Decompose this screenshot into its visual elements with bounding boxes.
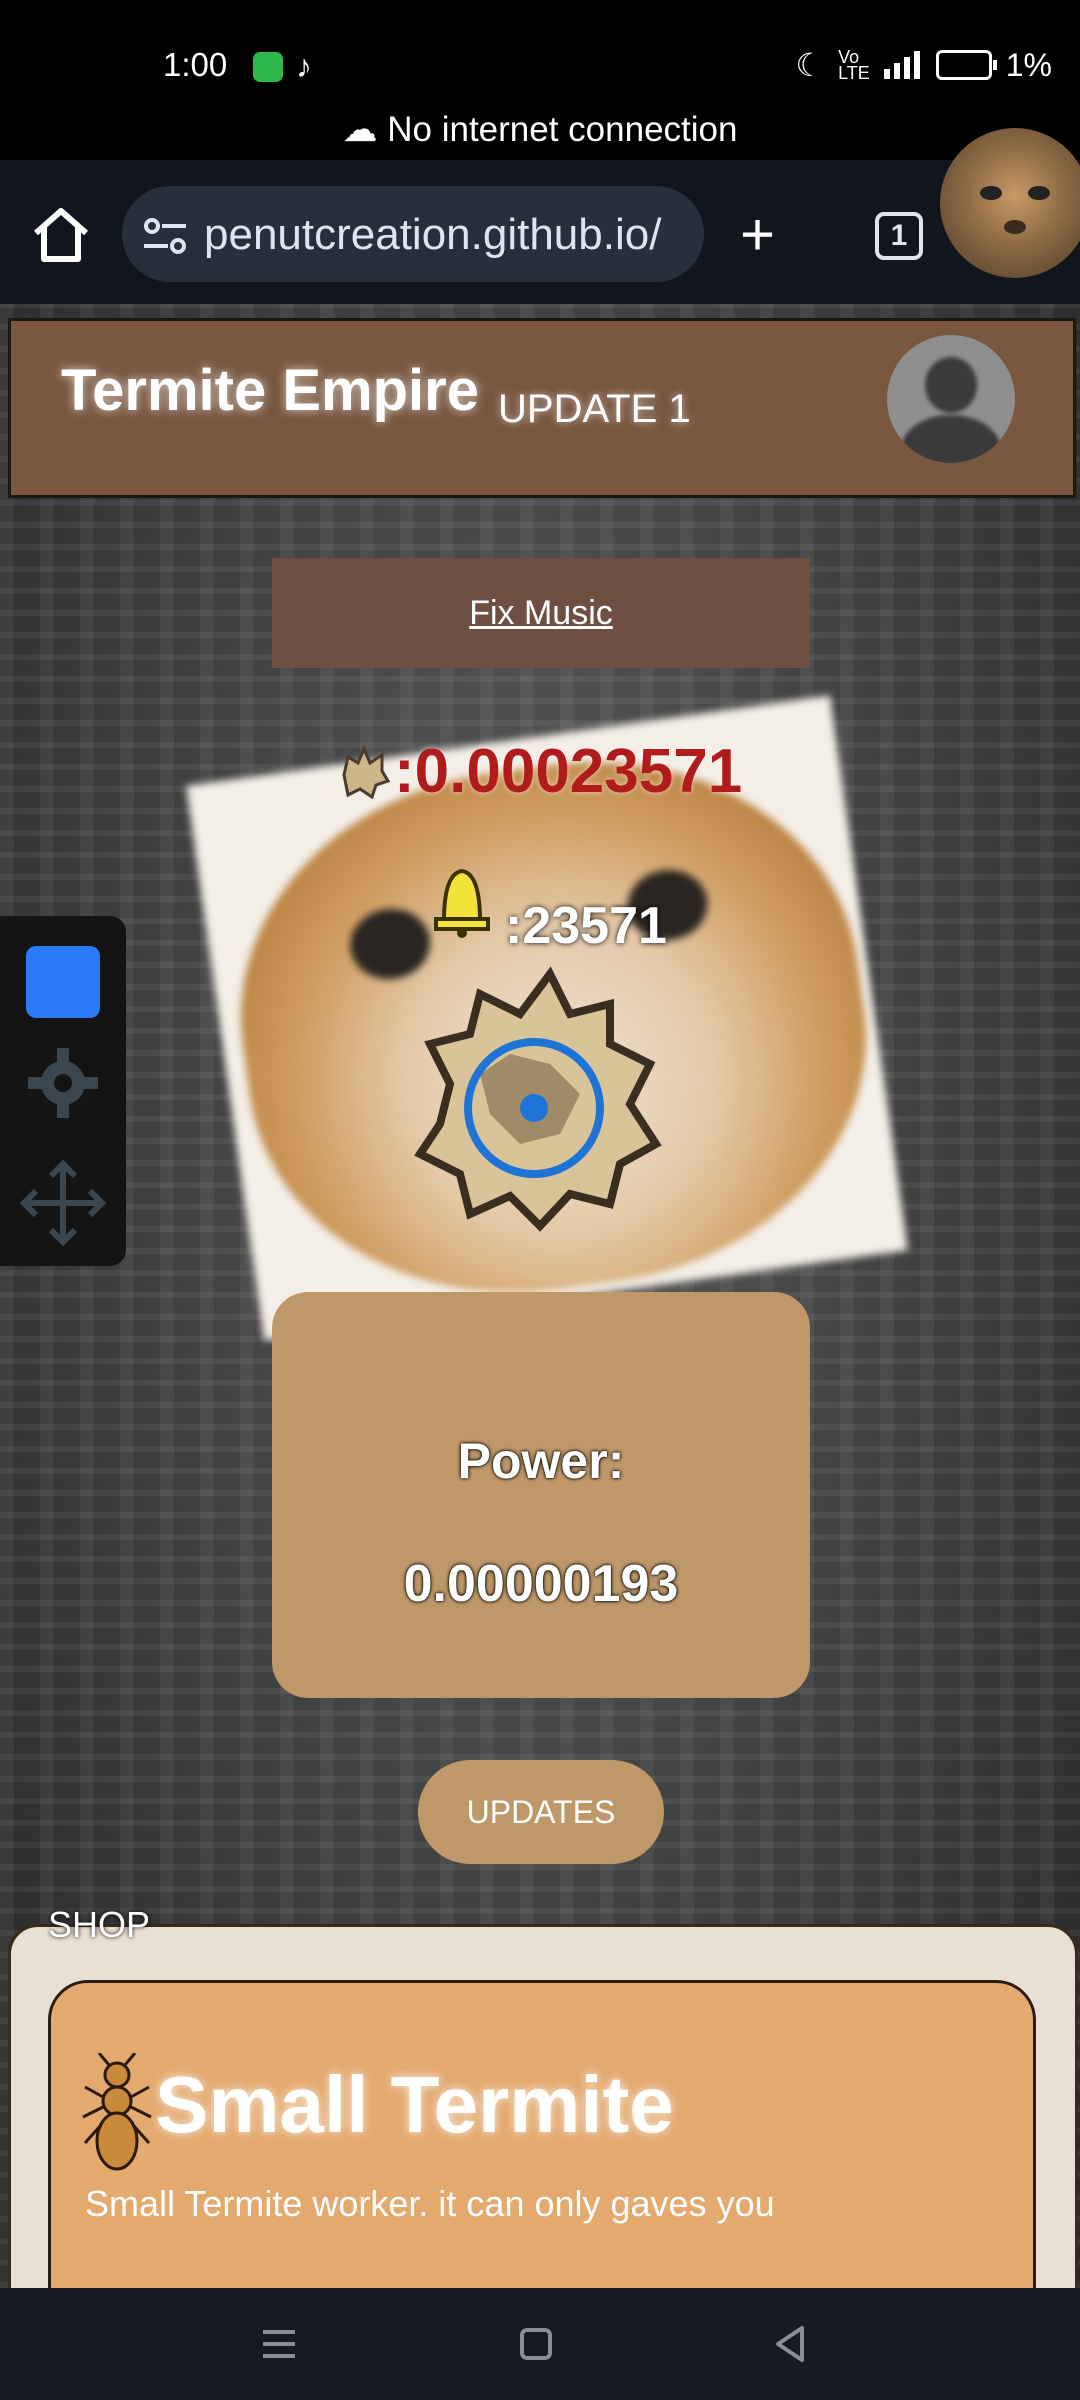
battery-percent: 1% [1005,46,1052,83]
menu-icon[interactable] [255,2320,303,2368]
url-bar[interactable]: penutcreation.github.io/ [122,186,704,282]
shop-item-description: Small Termite worker. it can only gaves … [85,2183,775,2224]
game-page: Termite Empire UPDATE 1 Fix Music :0.000… [0,304,1080,2288]
cat-eye [1028,186,1050,200]
url-text[interactable]: penutcreation.github.io/ [204,210,694,260]
status-icons: ☾ Vo LTE 1% [795,46,1052,84]
shop-label: SHOP [48,1904,151,1945]
app-icon [253,52,283,82]
coin-value: :0.00023571 [394,737,743,806]
update-label: UPDATE 1 [498,387,691,431]
volte-icon: Vo LTE [838,47,870,83]
game-header: Termite Empire UPDATE 1 [8,318,1076,498]
tab-switcher-button[interactable]: 1 [875,212,923,260]
cloud-off-icon: ☁ [342,110,378,149]
moon-icon: ☾ [795,47,825,83]
bell-value: :23571 [505,897,667,955]
termite-icon [82,2053,152,2171]
floating-cat-avatar[interactable] [940,128,1080,278]
profile-avatar[interactable] [887,335,1015,463]
home-icon[interactable] [28,205,94,265]
gear-icon[interactable] [26,1046,100,1120]
power-value: 0.00000193 [403,1555,679,1613]
floating-toolbar [0,916,126,1266]
site-settings-icon[interactable] [142,216,188,256]
power-panel: Power: 0.00000193 [272,1292,810,1698]
no-internet-text: No internet connection [387,110,738,149]
browser-toolbar: penutcreation.github.io/ + 1 [0,160,1080,304]
fix-music-link[interactable]: Fix Music [272,558,810,668]
home-nav-icon[interactable] [512,2320,560,2368]
tiktok-icon: ♪ [296,48,312,84]
signal-icon [883,51,920,79]
status-bar: 1:00 ♪ ☾ Vo LTE 1% ☁ No internet connecti… [0,0,1080,149]
battery-icon [935,50,997,80]
bell-icon [434,868,490,938]
updates-button[interactable]: UPDATES [418,1760,664,1864]
back-icon[interactable] [768,2320,816,2368]
page-title: Termite Empire [61,358,479,423]
spinner-center-dot [520,1094,548,1122]
move-icon[interactable] [18,1158,108,1248]
termite-coin-icon [342,744,390,799]
status-time: 1:00 [163,46,228,83]
coin-counter: :0.00023571 [338,736,742,807]
shop-item-small-termite[interactable]: Small Termite Small Termite worker. it c… [48,1980,1036,2288]
cat-eye [980,186,1002,200]
no-internet-banner: ☁ No internet connection [0,110,1080,150]
shop-item-name: Small Termite [155,2060,674,2149]
cat-nose [1004,220,1026,234]
new-tab-button[interactable]: + [740,205,775,265]
power-label: Power: [457,1433,625,1489]
stop-button[interactable] [26,946,100,1018]
system-nav-bar [0,2288,1080,2400]
